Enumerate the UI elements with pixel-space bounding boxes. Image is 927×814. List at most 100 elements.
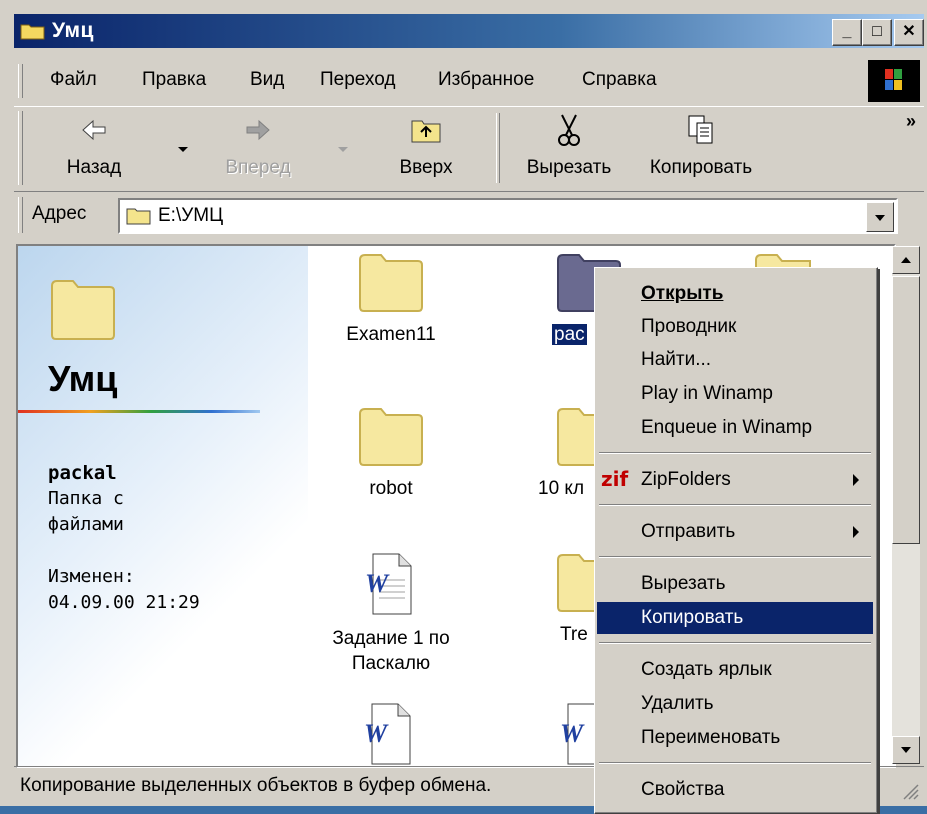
window-title: Умц [52, 19, 94, 42]
arrow-down-icon [901, 747, 911, 753]
explorer-window: Умц _ □ ✕ Файл Правка Вид Переход Избран… [0, 0, 927, 814]
scroll-up-button[interactable] [892, 246, 920, 274]
toolbar-more-chevron[interactable]: » [906, 111, 916, 132]
ctx-cut-label: Вырезать [641, 573, 726, 594]
scroll-down-button[interactable] [892, 736, 920, 764]
ctx-play-winamp[interactable]: Play in Winamp [597, 378, 873, 410]
folder-icon [126, 208, 151, 225]
file-item-zadanie[interactable]: W Задание 1 по Паскалю [316, 552, 466, 676]
cut-label: Вырезать [526, 157, 612, 178]
ctx-properties-label: Свойства [641, 779, 725, 800]
menu-go[interactable]: Переход [320, 69, 395, 91]
folder-icon [20, 24, 45, 40]
forward-button[interactable]: Вперед [210, 113, 306, 179]
menu-bar: Файл Правка Вид Переход Избранное Справк… [14, 60, 924, 102]
ctx-zipfolders[interactable]: zif ZipFolders [597, 464, 873, 496]
ctx-rename-label: Переименовать [641, 727, 781, 748]
status-text: Копирование выделенных объектов в буфер … [20, 775, 492, 796]
submenu-arrow-icon [853, 474, 859, 486]
ctx-enqueue-winamp[interactable]: Enqueue in Winamp [597, 412, 873, 444]
minimize-button[interactable]: _ [832, 19, 862, 46]
ctx-copy[interactable]: Копировать [597, 602, 873, 634]
title-underline [18, 410, 260, 413]
ctx-cut[interactable]: Вырезать [597, 568, 873, 600]
ctx-explorer[interactable]: Проводник [597, 311, 873, 343]
item-type-line1: Папка с [48, 488, 124, 509]
copy-label: Копировать [649, 157, 753, 178]
address-value: E:\УМЦ [158, 205, 224, 226]
menu-edit[interactable]: Правка [142, 69, 206, 91]
ctx-separator [599, 556, 871, 558]
folder-icon [359, 408, 423, 466]
zipfolders-icon: zif [601, 467, 629, 491]
menu-favorites[interactable]: Избранное [438, 69, 534, 91]
copy-button[interactable]: Копировать [636, 113, 766, 179]
ctx-rename[interactable]: Переименовать [597, 722, 873, 754]
resize-grip-icon[interactable] [900, 781, 920, 801]
back-dropdown-arrow[interactable] [178, 147, 188, 152]
file-name-selected: pac [551, 323, 588, 346]
file-name-line2: Паскалю [351, 653, 431, 674]
up-folder-icon [411, 120, 441, 143]
file-item-robot[interactable]: robot [316, 406, 466, 501]
file-name: robot [369, 478, 413, 499]
back-label: Назад [66, 157, 122, 178]
address-bar: Адрес E:\УМЦ [14, 193, 924, 237]
svg-text:W: W [365, 569, 390, 598]
back-button[interactable]: Назад [54, 113, 134, 179]
scissors-icon [558, 114, 580, 146]
ctx-open[interactable]: Открыть [597, 278, 873, 310]
folder-title: Умц [48, 358, 118, 399]
forward-arrow-icon [246, 119, 270, 141]
cut-button[interactable]: Вырезать [514, 113, 624, 179]
modified-label: Изменен: [48, 566, 135, 587]
close-button[interactable]: ✕ [894, 19, 924, 46]
ctx-create-shortcut-label: Создать ярлык [641, 659, 772, 680]
ctx-send-to[interactable]: Отправить [597, 516, 873, 548]
toolbar-grip[interactable] [18, 111, 23, 185]
ctx-separator [599, 504, 871, 506]
scroll-thumb[interactable] [892, 276, 920, 544]
svg-text:W: W [364, 719, 389, 748]
ctx-properties[interactable]: Свойства [597, 774, 873, 806]
windows-logo [868, 60, 920, 102]
arrow-up-icon [901, 257, 911, 263]
ctx-find[interactable]: Найти... [597, 344, 873, 376]
ctx-zipfolders-label: ZipFolders [641, 469, 731, 490]
windows-flag-icon [885, 69, 902, 90]
standard-toolbar: Назад Вперед Вверх Вырезать Копировать » [14, 106, 924, 192]
menu-file[interactable]: Файл [50, 69, 97, 91]
ctx-separator [599, 452, 871, 454]
file-name: Examen11 [346, 324, 436, 345]
menubar-grip[interactable] [18, 64, 23, 98]
svg-text:W: W [560, 719, 585, 748]
forward-dropdown-arrow[interactable] [338, 147, 348, 152]
ctx-play-winamp-label: Play in Winamp [641, 383, 773, 404]
up-label: Вверх [399, 157, 453, 178]
item-type-line2: файлами [48, 514, 124, 535]
menu-view[interactable]: Вид [250, 69, 284, 91]
ctx-find-label: Найти... [641, 349, 712, 370]
submenu-arrow-icon [853, 526, 859, 538]
file-item-examen11[interactable]: Examen11 [316, 252, 466, 347]
ctx-send-to-label: Отправить [641, 521, 736, 542]
ctx-create-shortcut[interactable]: Создать ярлык [597, 654, 873, 686]
addressbar-grip[interactable] [18, 197, 23, 233]
menu-help[interactable]: Справка [582, 69, 657, 91]
context-menu: Открыть Проводник Найти... Play in Winam… [594, 267, 878, 814]
ctx-copy-label: Копировать [641, 607, 744, 628]
web-view-panel: Умц packal Папка с файлами Изменен: 04.0… [18, 246, 308, 766]
vertical-scrollbar[interactable] [892, 246, 920, 764]
ctx-separator [599, 642, 871, 644]
address-label: Адрес [32, 203, 87, 224]
up-button[interactable]: Вверх [386, 113, 466, 179]
address-dropdown-button[interactable] [866, 202, 894, 232]
toolbar-separator [496, 113, 500, 183]
ctx-explorer-label: Проводник [641, 316, 737, 337]
title-bar[interactable]: Умц _ □ ✕ [14, 14, 924, 48]
maximize-button[interactable]: □ [862, 19, 892, 46]
word-document-icon[interactable]: W [360, 702, 420, 766]
ctx-delete-label: Удалить [641, 693, 714, 714]
ctx-delete[interactable]: Удалить [597, 688, 873, 720]
address-field[interactable]: E:\УМЦ [118, 198, 898, 234]
